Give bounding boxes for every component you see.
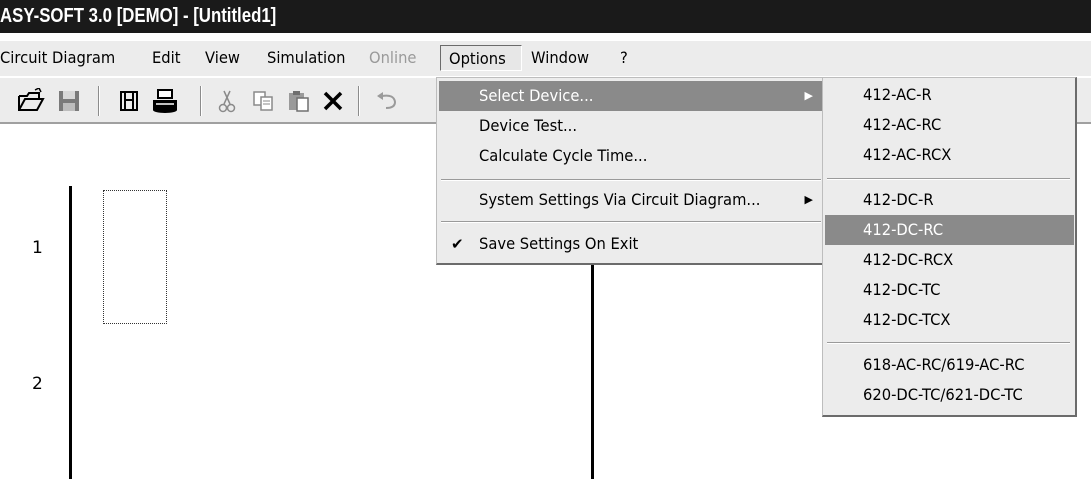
copy-icon[interactable] (246, 84, 280, 118)
menu-item-save-settings-on-exit[interactable]: ✔ Save Settings On Exit (439, 229, 823, 259)
device-item[interactable]: 412-DC-TCX (825, 305, 1074, 335)
menu-separator (441, 179, 821, 181)
menu-options[interactable]: Options (440, 45, 522, 71)
row-number-1: 1 (32, 238, 43, 258)
printer-icon[interactable] (148, 84, 182, 118)
select-device-submenu: 412-AC-R 412-AC-RC 412-AC-RCX 412-DC-R 4… (822, 77, 1077, 417)
menu-separator (441, 221, 821, 223)
menu-circuit-diagram[interactable]: Circuit Diagram (0, 45, 125, 71)
paste-icon[interactable] (282, 84, 316, 118)
menu-item-device-test[interactable]: Device Test... (439, 111, 823, 141)
window-title: ASY-SOFT 3.0 [DEMO] - [Untitled1] (0, 5, 277, 27)
submenu-arrow-icon: ▶ (804, 89, 813, 102)
menu-view[interactable]: View (205, 45, 243, 71)
menu-separator (827, 178, 1070, 180)
undo-icon[interactable] (370, 84, 404, 118)
menu-separator (827, 342, 1070, 344)
menu-simulation[interactable]: Simulation (267, 45, 352, 71)
cut-scissors-icon[interactable] (210, 84, 244, 118)
device-item[interactable]: 412-AC-RC (825, 110, 1074, 140)
device-item[interactable]: 412-DC-RCX (825, 245, 1074, 275)
window-title-bar: ASY-SOFT 3.0 [DEMO] - [Untitled1] (0, 0, 1091, 33)
device-item[interactable]: 618-AC-RC/619-AC-RC (825, 350, 1074, 380)
print-preview-icon[interactable] (112, 84, 146, 118)
options-dropdown-menu: Select Device... ▶ Device Test... Calcul… (436, 77, 828, 265)
device-item[interactable]: 412-DC-R (825, 185, 1074, 215)
menu-item-system-settings[interactable]: System Settings Via Circuit Diagram... ▶ (439, 185, 823, 215)
right-power-rail (591, 264, 594, 479)
menu-item-select-device[interactable]: Select Device... ▶ (439, 81, 823, 111)
menu-online[interactable]: Online (369, 45, 421, 71)
device-item[interactable]: 412-AC-RCX (825, 140, 1074, 170)
device-item[interactable]: 412-AC-R (825, 80, 1074, 110)
toolbar-separator (358, 86, 360, 116)
open-folder-icon[interactable] (14, 84, 48, 118)
menu-help[interactable]: ? (620, 45, 629, 71)
left-power-rail (69, 186, 72, 479)
submenu-arrow-icon: ▶ (804, 193, 813, 206)
device-item[interactable]: 620-DC-TC/621-DC-TC (825, 380, 1074, 410)
toolbar-separator (98, 86, 100, 116)
selected-contact-cell[interactable] (103, 190, 167, 324)
toolbar-separator (200, 86, 202, 116)
delete-x-icon[interactable] (316, 84, 350, 118)
row-number-2: 2 (32, 374, 43, 394)
menu-window[interactable]: Window (531, 45, 594, 71)
device-item-highlighted[interactable]: 412-DC-RC (825, 215, 1074, 245)
menu-bar: Circuit Diagram Edit View Simulation Onl… (0, 40, 1091, 76)
menu-edit[interactable]: Edit (152, 45, 183, 71)
save-disk-icon[interactable] (52, 84, 86, 118)
menu-item-calculate-cycle-time[interactable]: Calculate Cycle Time... (439, 141, 823, 171)
checkmark-icon: ✔ (451, 235, 464, 253)
device-item[interactable]: 412-DC-TC (825, 275, 1074, 305)
